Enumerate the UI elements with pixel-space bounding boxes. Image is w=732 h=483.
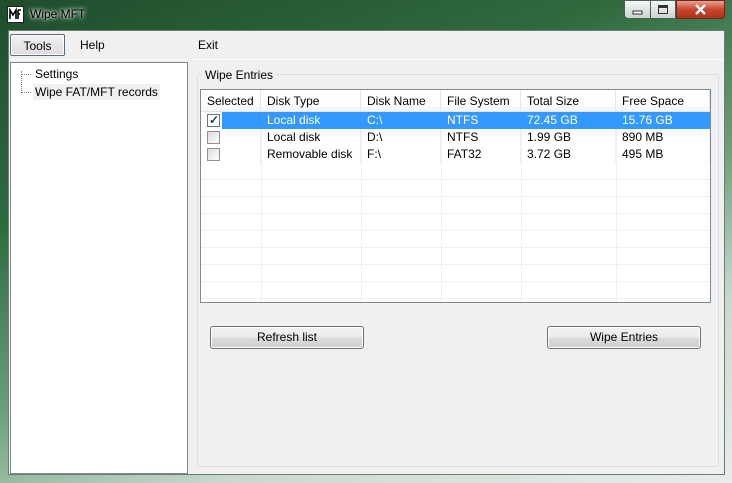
table-cell: Removable disk [261, 146, 361, 163]
close-icon [695, 4, 706, 15]
table-cell [201, 146, 261, 163]
menu-bar: Tools Help Exit [9, 31, 724, 60]
table-cell: F:\ [361, 146, 441, 163]
table-cell: D:\ [361, 129, 441, 146]
table-cell [223, 112, 261, 129]
row-checkbox[interactable] [207, 112, 220, 129]
table-cell: 495 MB [616, 146, 710, 163]
pane-splitter[interactable] [189, 62, 191, 474]
table-row[interactable]: Removable disk F:\ FAT32 3.72 GB 495 MB [201, 146, 710, 163]
column-header-free-space[interactable]: Free Space [616, 90, 710, 112]
column-header-disk-type[interactable]: Disk Type [261, 90, 361, 112]
client-area: Tools Help Exit Settings Wipe FAT/MFT re… [8, 30, 725, 475]
table-cell [201, 112, 223, 129]
table-cell [201, 129, 261, 146]
minimize-button[interactable] [624, 0, 651, 19]
row-checkbox[interactable] [207, 131, 220, 144]
app-icon [7, 6, 24, 23]
grid-line [201, 180, 710, 197]
grid-line [201, 265, 710, 282]
column-header-total-size[interactable]: Total Size [521, 90, 616, 112]
grid-line [201, 248, 710, 265]
column-header-selected[interactable]: Selected [201, 90, 261, 112]
app-window: Wipe MFT Tools Help Exit Settings Wipe F… [0, 0, 732, 483]
table-cell: NTFS [441, 129, 521, 146]
menu-exit[interactable]: Exit [198, 34, 218, 56]
tree-connector [21, 92, 31, 93]
row-checkbox[interactable] [207, 148, 220, 161]
tree-connector [21, 74, 31, 75]
menu-tools[interactable]: Tools [10, 34, 65, 56]
column-header-file-system[interactable]: File System [441, 90, 521, 112]
table-cell: FAT32 [441, 146, 521, 163]
table-cell: NTFS [441, 112, 521, 129]
table-cell: 890 MB [616, 129, 710, 146]
close-button[interactable] [676, 0, 725, 19]
table-row[interactable]: Local disk C:\ NTFS 72.45 GB 15.76 GB [201, 112, 710, 129]
table-cell: 72.45 GB [521, 112, 616, 129]
maximize-button[interactable] [650, 0, 676, 19]
table-cell: 1.99 GB [521, 129, 616, 146]
maximize-icon [658, 5, 668, 14]
table-row[interactable]: Local disk D:\ NTFS 1.99 GB 890 MB [201, 129, 710, 146]
table-cell: C:\ [361, 112, 441, 129]
grid-line [201, 163, 710, 180]
column-header-disk-name[interactable]: Disk Name [361, 90, 441, 112]
group-label: Wipe Entries [202, 68, 277, 82]
window-title: Wipe MFT [30, 7, 86, 21]
title-bar[interactable]: Wipe MFT [0, 0, 732, 30]
navigation-tree: Settings Wipe FAT/MFT records [10, 62, 188, 474]
grid-line [201, 214, 710, 231]
wipe-entries-button[interactable]: Wipe Entries [547, 326, 701, 349]
menu-help[interactable]: Help [80, 34, 105, 56]
grid-line [201, 282, 710, 299]
table-cell: Local disk [261, 129, 361, 146]
tree-item-wipe-records[interactable]: Wipe FAT/MFT records [33, 84, 160, 100]
table-cell: 3.72 GB [521, 146, 616, 163]
grid-line [201, 197, 710, 214]
table-cell: Local disk [261, 112, 361, 129]
tree-item-settings[interactable]: Settings [33, 66, 80, 82]
table-cell: 15.76 GB [616, 112, 710, 129]
refresh-list-button[interactable]: Refresh list [210, 326, 364, 349]
minimize-icon [632, 10, 643, 15]
grid-line [201, 231, 710, 248]
disk-list[interactable]: Selected Disk Type Disk Name File System… [200, 89, 711, 303]
